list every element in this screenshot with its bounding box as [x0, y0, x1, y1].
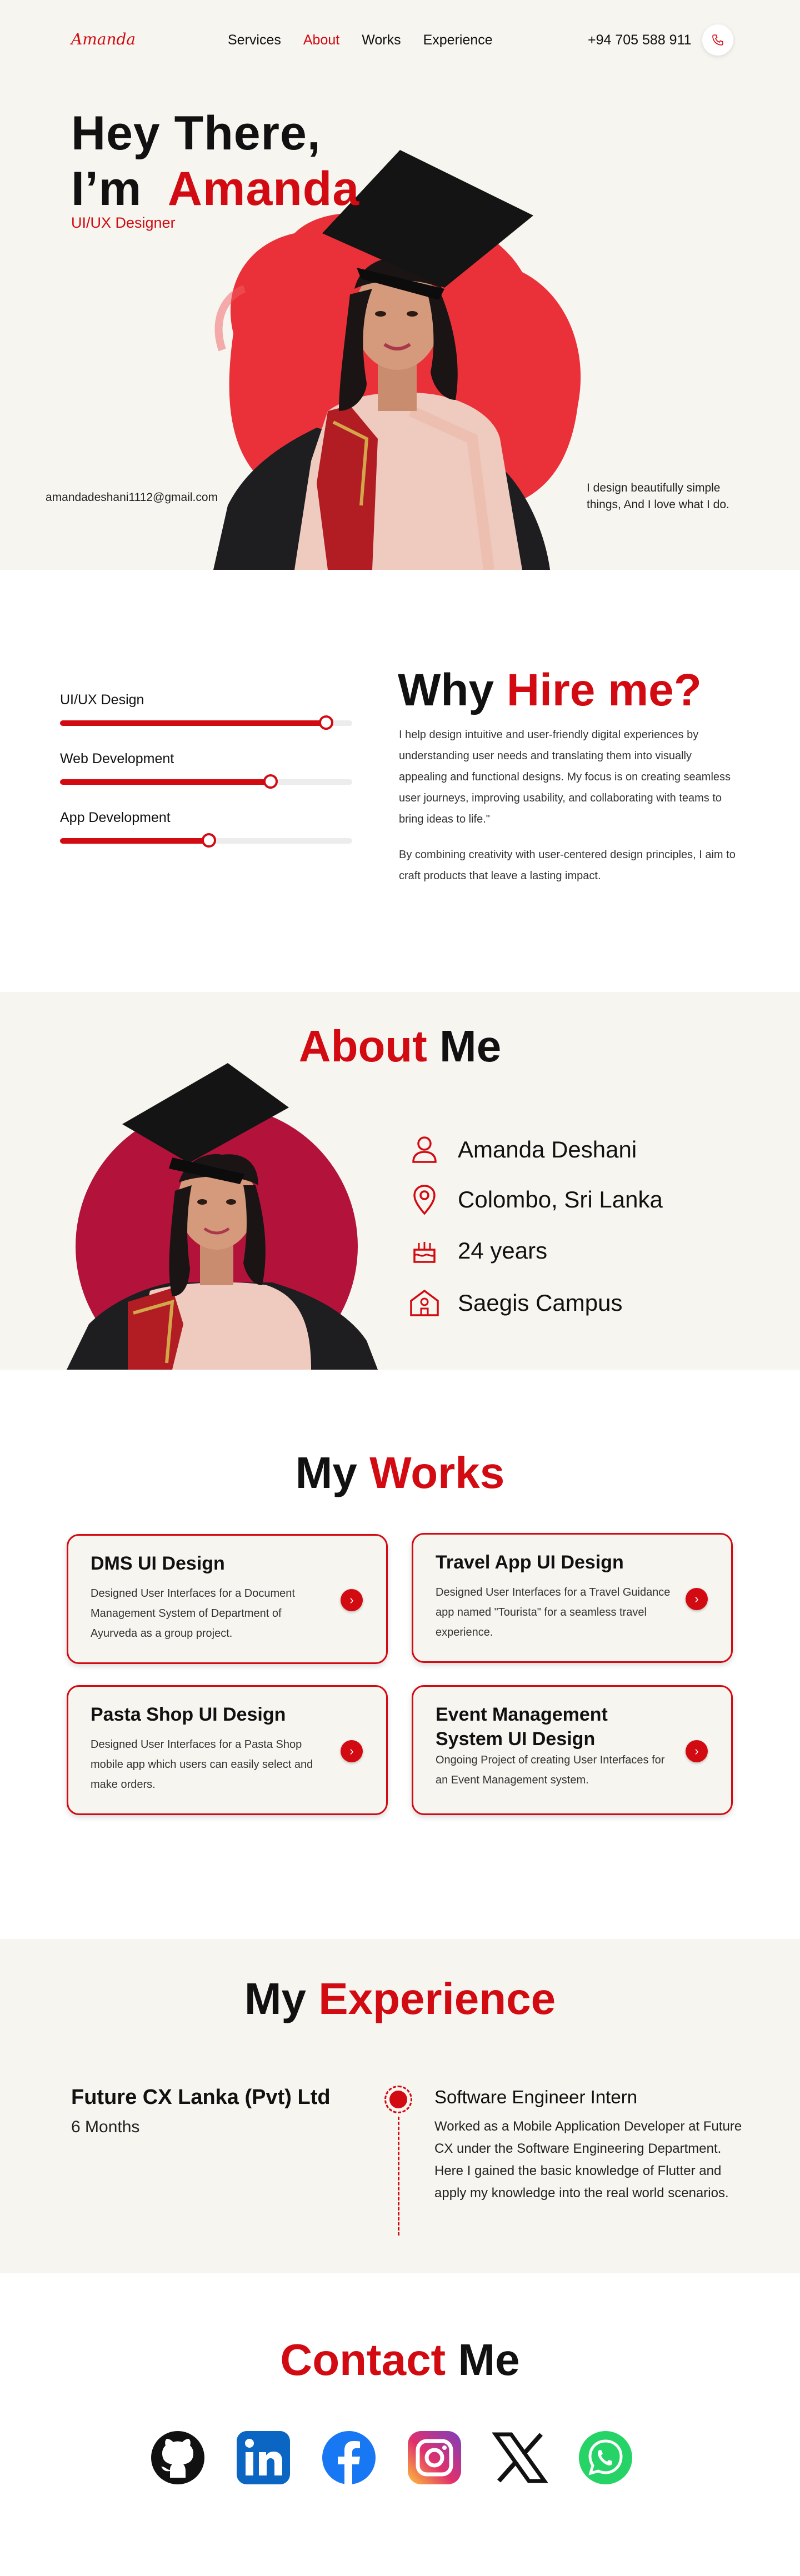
info-text: 24 years: [458, 1237, 548, 1264]
user-icon: [409, 1134, 440, 1165]
work-card[interactable]: Pasta Shop UI Design Designed User Inter…: [67, 1685, 388, 1815]
experience-title-black: My: [244, 1974, 306, 2023]
hero-title-line2: I’m Amanda: [71, 161, 359, 217]
logo[interactable]: Amanda: [71, 30, 136, 48]
work-card[interactable]: Event Management System UI Design Ongoin…: [412, 1685, 733, 1815]
about-section: About Me Amanda Deshani Colombo, Sri Lan…: [0, 992, 800, 1387]
navbar: Amanda Services About Works Experience +…: [0, 0, 800, 83]
cake-icon: [409, 1235, 440, 1266]
work-card-title: Event Management System UI Design: [436, 1704, 608, 1750]
chevron-right-icon[interactable]: ›: [686, 1588, 708, 1610]
about-portrait: [67, 1063, 378, 1387]
why-hire-section: UI/UX Design Web Development App Develop…: [0, 570, 800, 992]
skill-uiux: UI/UX Design: [60, 692, 352, 730]
hero-section: Hey There, I’m Amanda UI/UX Designer ama…: [0, 0, 800, 571]
timeline-line: [398, 2117, 399, 2236]
skill-bar: [60, 715, 352, 730]
hire-title-black: Why: [398, 665, 494, 715]
nav-link-works[interactable]: Works: [362, 32, 401, 48]
info-age: 24 years: [409, 1235, 547, 1266]
experience-title: My Experience: [0, 1973, 800, 2024]
linkedin-icon[interactable]: [236, 2430, 291, 2485]
skill-bar-knob: [318, 715, 333, 730]
facebook-icon[interactable]: [321, 2430, 377, 2485]
nav-links: Services About Works Experience: [228, 32, 493, 48]
whatsapp-icon[interactable]: [578, 2430, 633, 2485]
work-card-desc: Designed User Interfaces for a Travel Gu…: [436, 1586, 671, 1638]
info-school: Saegis Campus: [409, 1287, 622, 1319]
chevron-right-icon[interactable]: ›: [686, 1740, 708, 1762]
nav-link-services[interactable]: Services: [228, 32, 281, 48]
skill-bar: [60, 774, 352, 789]
location-pin-icon: [409, 1184, 440, 1215]
work-card-title: DMS UI Design: [91, 1553, 225, 1574]
experience-description: Worked as a Mobile Application Developer…: [434, 2119, 742, 2201]
hire-title-red: Hire me?: [506, 665, 702, 715]
skill-bar-fill: [60, 838, 209, 844]
x-icon[interactable]: [492, 2430, 548, 2485]
hire-paragraph-1: I help design intuitive and user-friendl…: [399, 729, 731, 825]
hero-title-prefix: I’m: [71, 162, 142, 215]
nav-link-about[interactable]: About: [303, 32, 339, 48]
work-card-desc: Designed User Interfaces for a Pasta Sho…: [91, 1738, 313, 1791]
hire-title: Why Hire me?: [398, 664, 702, 716]
phone-button[interactable]: [702, 24, 733, 56]
hero-email[interactable]: amandadeshani1112@gmail.com: [46, 491, 218, 504]
experience-section: My Experience Future CX Lanka (Pvt) Ltd …: [0, 1939, 800, 2273]
contact-title: Contact Me: [0, 2334, 800, 2385]
skill-label: UI/UX Design: [60, 692, 144, 708]
phone-number[interactable]: +94 705 588 911: [588, 32, 692, 48]
works-title-red: Works: [369, 1448, 505, 1497]
skill-web: Web Development: [60, 751, 352, 789]
school-icon: [409, 1287, 440, 1319]
info-text: Colombo, Sri Lanka: [458, 1186, 663, 1212]
hero-title: Hey There, I’m Amanda: [71, 106, 359, 217]
social-links: [150, 2430, 633, 2485]
hero-tagline: I design beautifully simple things, And …: [587, 482, 729, 511]
work-card-desc: Ongoing Project of creating User Interfa…: [436, 1754, 665, 1786]
work-card-desc: Designed User Interfaces for a Document …: [91, 1587, 295, 1640]
hire-paragraph-2: By combining creativity with user-center…: [399, 849, 736, 882]
work-card[interactable]: DMS UI Design Designed User Interfaces f…: [67, 1534, 388, 1664]
chevron-right-icon[interactable]: ›: [341, 1740, 363, 1762]
phone-icon: [712, 34, 723, 46]
skill-label: Web Development: [60, 751, 174, 766]
skill-bar-fill: [60, 720, 326, 726]
work-card-title: Travel App UI Design: [436, 1552, 624, 1573]
timeline-dot: [384, 2086, 412, 2113]
chevron-right-icon[interactable]: ›: [341, 1589, 363, 1611]
contact-section: Contact Me: [0, 2273, 800, 2576]
skill-bar: [60, 833, 352, 848]
experience-role: Software Engineer Intern: [434, 2087, 638, 2107]
skill-app: App Development: [60, 810, 352, 848]
experience-duration: 6 Months: [71, 2118, 140, 2136]
hero-subtitle: UI/UX Designer: [71, 214, 176, 231]
experience-title-red: Experience: [318, 1974, 556, 2023]
experience-company: Future CX Lanka (Pvt) Ltd: [71, 2086, 331, 2109]
about-title-black: Me: [439, 1021, 502, 1071]
hero-title-line1: Hey There,: [71, 107, 321, 160]
skill-bar-knob: [202, 833, 217, 848]
works-title-black: My: [295, 1448, 357, 1497]
info-text: Amanda Deshani: [458, 1136, 637, 1162]
contact-title-black: Me: [458, 2335, 520, 2384]
info-text: Saegis Campus: [458, 1290, 623, 1316]
hero-name: Amanda: [167, 162, 360, 215]
work-card-title: Pasta Shop UI Design: [91, 1704, 286, 1725]
works-section: My Works DMS UI Design Designed User Int…: [0, 1370, 800, 1939]
info-location: Colombo, Sri Lanka: [409, 1184, 663, 1215]
nav-link-experience[interactable]: Experience: [423, 32, 493, 48]
works-title: My Works: [0, 1447, 800, 1499]
skill-label: App Development: [60, 810, 171, 825]
skill-bar-knob: [263, 774, 278, 789]
work-card[interactable]: Travel App UI Design Designed User Inter…: [412, 1533, 733, 1663]
skill-bar-fill: [60, 779, 271, 785]
instagram-icon[interactable]: [407, 2430, 462, 2485]
github-icon[interactable]: [150, 2430, 206, 2485]
info-name: Amanda Deshani: [409, 1134, 637, 1165]
contact-title-red: Contact: [280, 2335, 446, 2384]
